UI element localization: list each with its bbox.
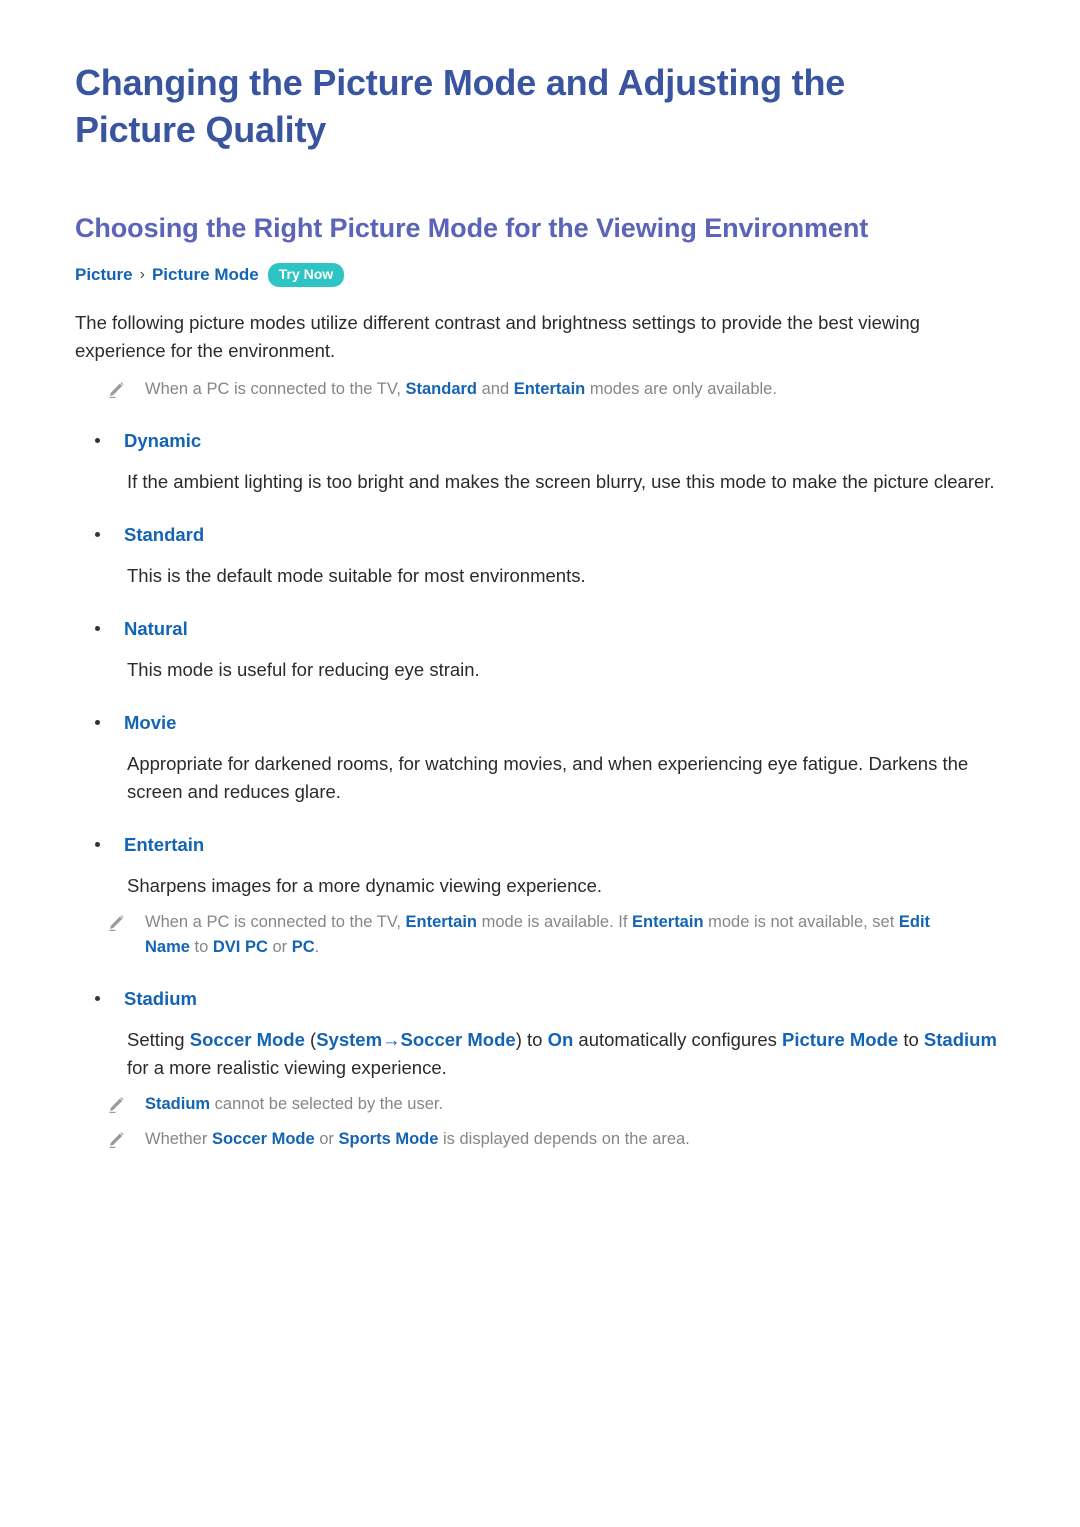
term-soccer-mode: Soccer Mode bbox=[211, 1129, 315, 1148]
bullet-dot-icon bbox=[95, 995, 100, 1001]
page-title: Changing the Picture Mode and Adjusting … bbox=[75, 62, 846, 150]
try-now-badge[interactable]: Try Now bbox=[267, 263, 345, 288]
note-entertain-pc: When a PC is connected to the TV, Entert… bbox=[75, 910, 1020, 960]
bullet-dot-icon bbox=[95, 532, 100, 538]
text-segment: Setting bbox=[127, 1028, 190, 1050]
term-pc: PC bbox=[291, 938, 315, 957]
note-segment: mode is available. If bbox=[477, 913, 633, 932]
note-segment: to bbox=[189, 938, 213, 957]
pencil-icon bbox=[105, 1094, 127, 1116]
bullet-dot-icon bbox=[95, 438, 100, 444]
note-text: Stadium cannot be selected by the user. bbox=[145, 1092, 443, 1117]
term-sports-mode: Sports Mode bbox=[338, 1129, 439, 1148]
note-segment: Whether bbox=[145, 1129, 212, 1148]
note-segment: modes are only available. bbox=[585, 380, 777, 399]
pencil-icon bbox=[105, 912, 127, 934]
text-segment: ) to bbox=[515, 1028, 548, 1050]
pencil-icon bbox=[105, 379, 127, 401]
text-segment: ( bbox=[304, 1028, 317, 1050]
mode-label: Natural bbox=[124, 618, 188, 640]
bullet-dot-icon bbox=[95, 626, 100, 632]
mode-description: This mode is useful for reducing eye str… bbox=[127, 659, 480, 681]
note-stadium-not-selectable: Stadium cannot be selected by the user. bbox=[75, 1092, 1020, 1117]
term-stadium: Stadium bbox=[923, 1028, 997, 1050]
note-segment: and bbox=[477, 380, 514, 399]
section-title: Choosing the Right Picture Mode for the … bbox=[75, 212, 869, 243]
term-dvi-pc: DVI PC bbox=[212, 938, 268, 957]
list-item-entertain: Entertain bbox=[75, 832, 1020, 858]
note-segment: or bbox=[267, 938, 292, 957]
term-system: System bbox=[316, 1028, 383, 1050]
list-item-natural: Natural bbox=[75, 616, 1020, 642]
breadcrumb-item-picture[interactable]: Picture bbox=[75, 263, 133, 287]
breadcrumb-item-picture-mode[interactable]: Picture Mode bbox=[152, 263, 259, 287]
breadcrumb: Picture › Picture Mode Try Now bbox=[75, 263, 1020, 288]
list-item-standard: Standard bbox=[75, 522, 1020, 548]
term-stadium: Stadium bbox=[145, 1094, 211, 1113]
intro-paragraph: The following picture modes utilize diff… bbox=[75, 312, 920, 362]
note-text: When a PC is connected to the TV, Standa… bbox=[145, 377, 777, 402]
mode-description: This is the default mode suitable for mo… bbox=[127, 565, 586, 587]
text-segment: for a more realistic viewing experience. bbox=[127, 1056, 447, 1078]
manual-page: Changing the Picture Mode and Adjusting … bbox=[0, 0, 1080, 1527]
arrow-right-icon: → bbox=[382, 1028, 401, 1050]
mode-label: Dynamic bbox=[124, 430, 202, 452]
note-segment: When a PC is connected to the TV, bbox=[145, 913, 406, 932]
mode-label: Entertain bbox=[124, 834, 205, 856]
note-segment: or bbox=[314, 1129, 339, 1148]
list-item-dynamic: Dynamic bbox=[75, 428, 1020, 454]
bullet-dot-icon bbox=[95, 720, 100, 726]
note-segment: . bbox=[314, 938, 320, 957]
mode-description: Appropriate for darkened rooms, for watc… bbox=[127, 753, 969, 803]
mode-description: Sharpens images for a more dynamic viewi… bbox=[127, 875, 603, 897]
note-segment: When a PC is connected to the TV, bbox=[145, 380, 406, 399]
note-segment: is displayed depends on the area. bbox=[438, 1129, 690, 1148]
list-item-movie: Movie bbox=[75, 710, 1020, 736]
pencil-icon bbox=[105, 1129, 127, 1151]
text-segment: automatically configures bbox=[573, 1028, 783, 1050]
stadium-description: Setting Soccer Mode (System→Soccer Mode)… bbox=[75, 1026, 1007, 1082]
list-item-stadium: Stadium bbox=[75, 986, 1020, 1012]
term-soccer-mode: Soccer Mode bbox=[400, 1028, 516, 1050]
term-soccer-mode: Soccer Mode bbox=[189, 1028, 305, 1050]
term-entertain: Entertain bbox=[513, 380, 586, 399]
mode-label: Standard bbox=[124, 524, 205, 546]
mode-label: Movie bbox=[124, 712, 177, 734]
note-segment: cannot be selected by the user. bbox=[210, 1094, 444, 1113]
note-segment: mode is not available, set bbox=[703, 913, 899, 932]
note-text: When a PC is connected to the TV, Entert… bbox=[145, 910, 975, 960]
chevron-right-icon: › bbox=[139, 266, 145, 284]
text-segment: to bbox=[898, 1028, 924, 1050]
mode-description: If the ambient lighting is too bright an… bbox=[127, 471, 995, 493]
mode-label: Stadium bbox=[124, 987, 197, 1009]
term-standard: Standard bbox=[405, 380, 478, 399]
term-entertain: Entertain bbox=[632, 913, 704, 932]
term-entertain: Entertain bbox=[405, 913, 478, 932]
note-text: Whether Soccer Mode or Sports Mode is di… bbox=[145, 1127, 690, 1152]
note-pc-modes: When a PC is connected to the TV, Standa… bbox=[75, 377, 1020, 402]
note-soccer-sports-area: Whether Soccer Mode or Sports Mode is di… bbox=[75, 1127, 1020, 1152]
bullet-dot-icon bbox=[95, 842, 100, 848]
term-picture-mode: Picture Mode bbox=[782, 1028, 899, 1050]
term-on: On bbox=[547, 1028, 574, 1050]
